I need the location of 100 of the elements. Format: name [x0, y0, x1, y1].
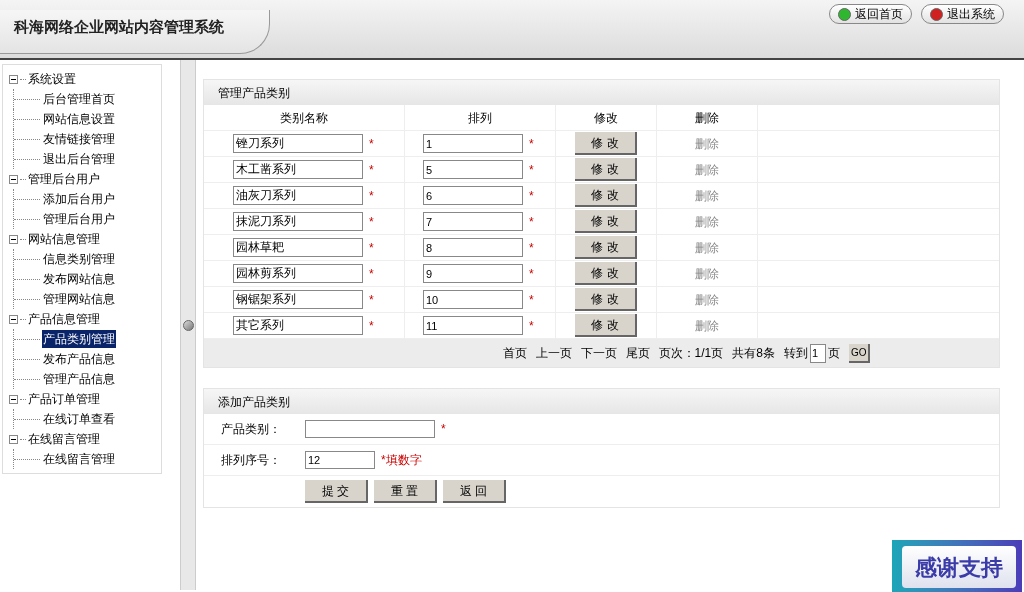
order-field[interactable]: 9 — [423, 264, 523, 283]
name-field[interactable]: 抹泥刀系列 — [233, 212, 363, 231]
page-link[interactable]: 上一页 — [535, 344, 572, 362]
form-button[interactable]: 提 交 — [305, 480, 368, 503]
edit-button[interactable]: 修 改 — [575, 210, 637, 233]
column-header: 删除 — [695, 109, 719, 127]
required-mark: * — [369, 265, 374, 283]
page-link[interactable]: 下一页 — [580, 344, 617, 362]
tree-group[interactable]: 产品信息管理 — [28, 310, 100, 328]
name-field[interactable]: 其它系列 — [233, 316, 363, 335]
record-count: 共有8条 — [732, 345, 775, 362]
form-button[interactable]: 重 置 — [374, 480, 437, 503]
required-mark: * — [529, 291, 534, 309]
order-field[interactable]: 6 — [423, 186, 523, 205]
required-mark: * — [529, 135, 534, 153]
field-label: 产品类别： — [221, 422, 281, 436]
tree-item[interactable]: 网站信息设置 — [42, 110, 116, 128]
column-header: 排列 — [468, 109, 492, 127]
thanks-banner[interactable]: 感谢支持 — [892, 540, 1022, 592]
order-field[interactable]: 7 — [423, 212, 523, 231]
tree-item[interactable]: 管理网站信息 — [42, 290, 116, 308]
edit-button[interactable]: 修 改 — [575, 314, 637, 337]
collapse-icon[interactable] — [9, 434, 18, 444]
tree-item[interactable]: 发布网站信息 — [42, 270, 116, 288]
tree-group[interactable]: 管理后台用户 — [28, 170, 100, 188]
required-mark: * — [369, 187, 374, 205]
header-button[interactable]: 退出系统 — [921, 4, 1004, 24]
field-hint: *填数字 — [381, 452, 422, 469]
collapse-icon[interactable] — [9, 314, 18, 324]
required-mark: * — [369, 213, 374, 231]
tree-group[interactable]: 网站信息管理 — [28, 230, 100, 248]
collapse-icon[interactable] — [9, 234, 18, 244]
delete-link[interactable]: 删除 — [695, 264, 719, 283]
required-mark: * — [529, 161, 534, 179]
delete-link[interactable]: 删除 — [695, 238, 719, 257]
column-header: 类别名称 — [280, 109, 328, 127]
go-button[interactable]: GO — [848, 343, 871, 363]
splitter-handle-icon[interactable] — [182, 319, 194, 331]
delete-link[interactable]: 删除 — [695, 160, 719, 179]
required-mark: * — [529, 265, 534, 283]
delete-link[interactable]: 删除 — [695, 290, 719, 309]
collapse-icon[interactable] — [9, 394, 18, 404]
tree-item[interactable]: 信息类别管理 — [42, 250, 116, 268]
header-button[interactable]: 返回首页 — [829, 4, 912, 24]
delete-link[interactable]: 删除 — [695, 316, 719, 335]
page-link[interactable]: 首页 — [502, 344, 527, 362]
tree-item[interactable]: 发布产品信息 — [42, 350, 116, 368]
edit-button[interactable]: 修 改 — [575, 184, 637, 207]
collapse-icon[interactable] — [9, 174, 18, 184]
tree-group[interactable]: 系统设置 — [28, 70, 76, 88]
edit-button[interactable]: 修 改 — [575, 262, 637, 285]
tree-item[interactable]: 在线订单查看 — [42, 410, 116, 428]
required-mark: * — [369, 135, 374, 153]
edit-button[interactable]: 修 改 — [575, 132, 637, 155]
section-title: 添加产品类别 — [218, 393, 290, 411]
order-field[interactable]: 10 — [423, 290, 523, 309]
tree-item[interactable]: 管理产品信息 — [42, 370, 116, 388]
collapse-icon[interactable] — [9, 74, 18, 84]
name-field[interactable]: 木工凿系列 — [233, 160, 363, 179]
order-field[interactable]: 5 — [423, 160, 523, 179]
order-field[interactable]: 11 — [423, 316, 523, 335]
form-field[interactable] — [305, 420, 435, 438]
name-field[interactable]: 园林草耙 — [233, 238, 363, 257]
name-field[interactable]: 园林剪系列 — [233, 264, 363, 283]
page-link[interactable]: 尾页 — [625, 344, 650, 362]
required-mark: * — [369, 239, 374, 257]
tree-item[interactable]: 在线留言管理 — [42, 450, 116, 468]
form-button[interactable]: 返 回 — [443, 480, 506, 503]
tree-group[interactable]: 在线留言管理 — [28, 430, 100, 448]
tree-item[interactable]: 友情链接管理 — [42, 130, 116, 148]
delete-link[interactable]: 删除 — [695, 186, 719, 205]
edit-button[interactable]: 修 改 — [575, 158, 637, 181]
required-mark: * — [369, 291, 374, 309]
tree-item[interactable]: 后台管理首页 — [42, 90, 116, 108]
name-field[interactable]: 钢锯架系列 — [233, 290, 363, 309]
tree-item[interactable]: 添加后台用户 — [42, 190, 116, 208]
goto-label: 转到 — [783, 345, 808, 362]
tree-item[interactable]: 退出后台管理 — [42, 150, 116, 168]
tree-group[interactable]: 产品订单管理 — [28, 390, 100, 408]
page-field[interactable]: 1 — [809, 343, 826, 363]
name-field[interactable]: 油灰刀系列 — [233, 186, 363, 205]
required-mark: * — [529, 187, 534, 205]
app-title: 科海网络企业网站内容管理系统 — [14, 18, 224, 35]
tree-item[interactable]: 产品类别管理 — [42, 330, 116, 348]
order-field[interactable]: 8 — [423, 238, 523, 257]
page-info: 页次：1/1页 — [658, 345, 724, 362]
field-hint: * — [441, 421, 446, 438]
name-field[interactable]: 锉刀系列 — [233, 134, 363, 153]
delete-link[interactable]: 删除 — [695, 212, 719, 231]
order-field[interactable]: 1 — [423, 134, 523, 153]
edit-button[interactable]: 修 改 — [575, 236, 637, 259]
required-mark: * — [529, 317, 534, 335]
section-title: 管理产品类别 — [218, 84, 290, 102]
tree-item[interactable]: 管理后台用户 — [42, 210, 116, 228]
required-mark: * — [529, 213, 534, 231]
delete-link[interactable]: 删除 — [695, 134, 719, 153]
form-field[interactable]: 12 — [305, 451, 375, 469]
required-mark: * — [369, 317, 374, 335]
edit-button[interactable]: 修 改 — [575, 288, 637, 311]
banner-text: 感谢支持 — [915, 553, 1003, 582]
